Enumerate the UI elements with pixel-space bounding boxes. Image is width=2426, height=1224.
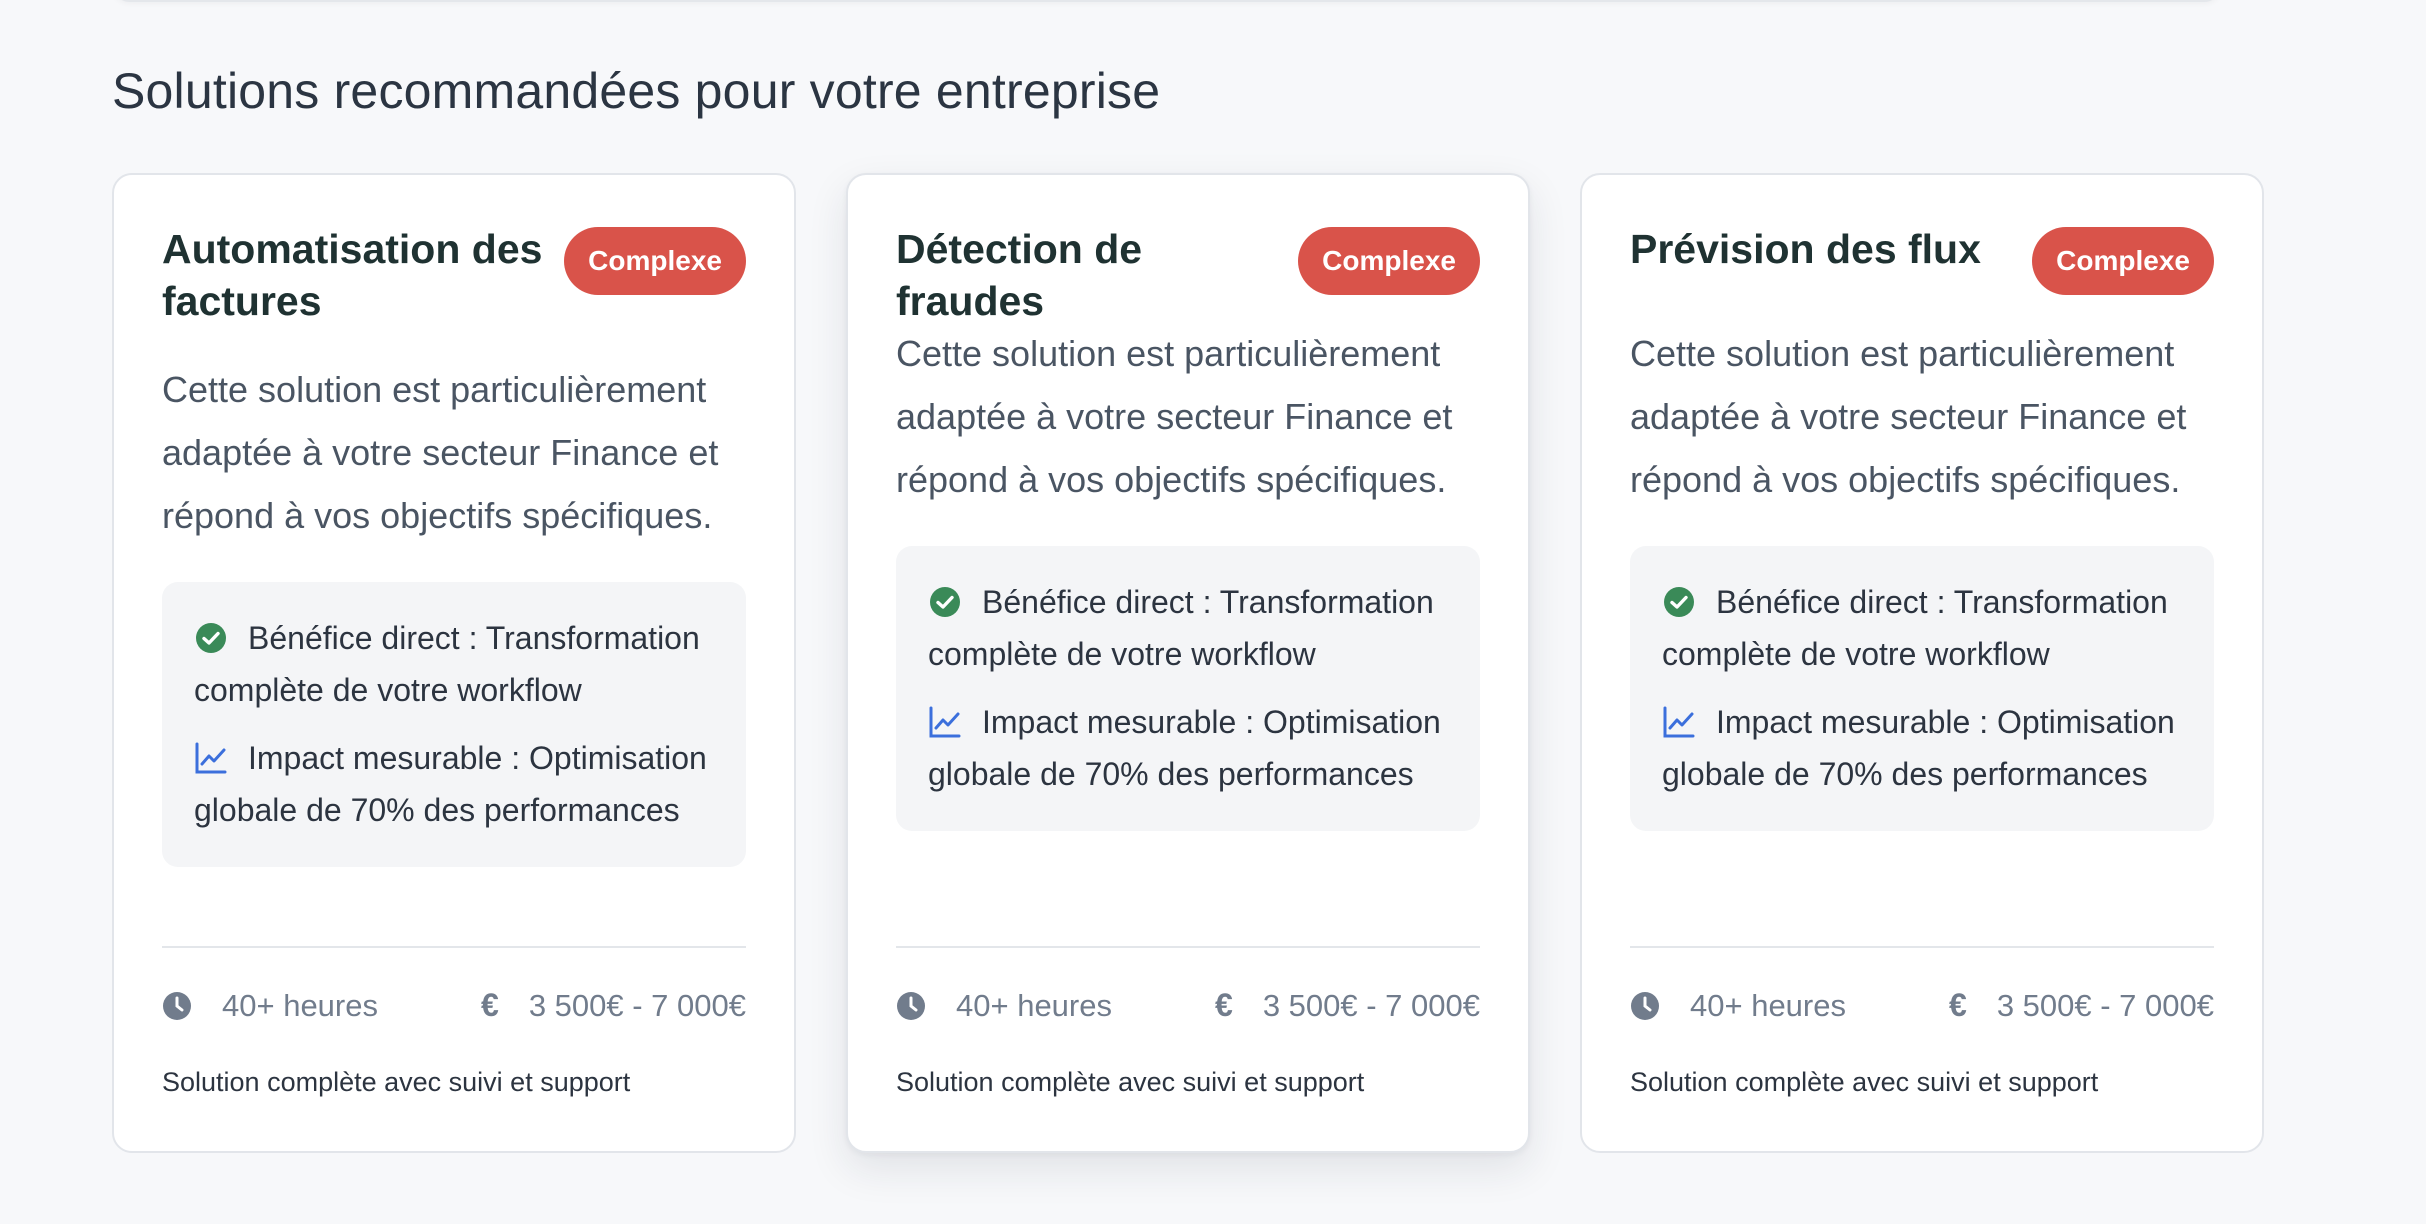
card-divider bbox=[896, 946, 1480, 948]
duration: 40+ heures bbox=[162, 988, 378, 1024]
card-divider bbox=[1630, 946, 2214, 948]
price-text: 3 500€ - 7 000€ bbox=[1996, 987, 2214, 1023]
card-header: Automatisation des factures Complexe bbox=[162, 223, 746, 327]
benefit-direct: Bénéfice direct : Transformation complèt… bbox=[928, 576, 1448, 680]
solution-card-prevision[interactable]: Prévision des flux Complexe Cette soluti… bbox=[1580, 173, 2264, 1153]
card-footnote: Solution complète avec suivi et support bbox=[896, 1067, 1365, 1097]
clock-icon bbox=[897, 991, 925, 1020]
chart-line-icon bbox=[929, 706, 961, 738]
price-text: 3 500€ - 7 000€ bbox=[1262, 987, 1480, 1023]
solution-card-automatisation[interactable]: Automatisation des factures Complexe Cet… bbox=[112, 173, 796, 1153]
check-circle-icon bbox=[930, 587, 960, 617]
benefits-box: Bénéfice direct : Transformation complèt… bbox=[896, 546, 1480, 831]
check-circle-icon bbox=[196, 623, 226, 653]
benefit-impact-text: Impact mesurable : Optimisation globale … bbox=[1662, 704, 2175, 792]
price: € 3 500€ - 7 000€ bbox=[1215, 987, 1480, 1024]
card-header: Détection de fraudes Complexe bbox=[896, 223, 1480, 327]
benefit-impact-text: Impact mesurable : Optimisation globale … bbox=[194, 740, 707, 828]
benefit-direct-text: Bénéfice direct : Transformation complèt… bbox=[928, 584, 1434, 672]
euro-icon: € bbox=[481, 987, 499, 1023]
complexity-badge: Complexe bbox=[2032, 227, 2214, 295]
euro-icon: € bbox=[1215, 987, 1233, 1023]
duration: 40+ heures bbox=[1630, 988, 1846, 1024]
card-meta: 40+ heures € 3 500€ - 7 000€ bbox=[162, 987, 746, 1024]
chart-line-icon bbox=[195, 742, 227, 774]
duration: 40+ heures bbox=[896, 988, 1112, 1024]
complexity-badge: Complexe bbox=[564, 227, 746, 295]
check-circle-icon bbox=[1664, 587, 1694, 617]
price: € 3 500€ - 7 000€ bbox=[1949, 987, 2214, 1024]
benefit-impact: Impact mesurable : Optimisation globale … bbox=[194, 732, 714, 836]
chart-line-icon bbox=[1663, 706, 1695, 738]
card-meta: 40+ heures € 3 500€ - 7 000€ bbox=[896, 987, 1480, 1024]
duration-text: 40+ heures bbox=[222, 987, 378, 1023]
card-title: Détection de fraudes bbox=[896, 226, 1143, 324]
duration-text: 40+ heures bbox=[1690, 987, 1846, 1023]
card-footnote: Solution complète avec suivi et support bbox=[1630, 1067, 2099, 1097]
card-description: Cette solution est particulièrement adap… bbox=[896, 333, 1453, 500]
card-description: Cette solution est particulièrement adap… bbox=[162, 369, 719, 536]
benefits-box: Bénéfice direct : Transformation complèt… bbox=[1630, 546, 2214, 831]
benefit-impact: Impact mesurable : Optimisation globale … bbox=[928, 696, 1448, 800]
section-title: Solutions recommandées pour votre entrep… bbox=[112, 63, 1161, 119]
duration-text: 40+ heures bbox=[956, 987, 1112, 1023]
card-title: Prévision des flux bbox=[1630, 226, 1981, 272]
card-divider bbox=[162, 946, 746, 948]
benefit-direct-text: Bénéfice direct : Transformation complèt… bbox=[194, 620, 700, 708]
clock-icon bbox=[163, 991, 191, 1020]
benefit-impact: Impact mesurable : Optimisation globale … bbox=[1662, 696, 2182, 800]
benefit-direct: Bénéfice direct : Transformation complèt… bbox=[194, 612, 714, 716]
card-description: Cette solution est particulièrement adap… bbox=[1630, 333, 2187, 500]
card-meta: 40+ heures € 3 500€ - 7 000€ bbox=[1630, 987, 2214, 1024]
benefit-direct-text: Bénéfice direct : Transformation complèt… bbox=[1662, 584, 2168, 672]
clock-icon bbox=[1631, 991, 1659, 1020]
benefit-direct: Bénéfice direct : Transformation complèt… bbox=[1662, 576, 2182, 680]
card-footnote: Solution complète avec suivi et support bbox=[162, 1067, 631, 1097]
card-header: Prévision des flux Complexe bbox=[1630, 223, 2214, 295]
benefits-box: Bénéfice direct : Transformation complèt… bbox=[162, 582, 746, 867]
price: € 3 500€ - 7 000€ bbox=[481, 987, 746, 1024]
complexity-badge: Complexe bbox=[1298, 227, 1480, 295]
benefit-impact-text: Impact mesurable : Optimisation globale … bbox=[928, 704, 1441, 792]
price-text: 3 500€ - 7 000€ bbox=[528, 987, 746, 1023]
solution-card-fraudes[interactable]: Détection de fraudes Complexe Cette solu… bbox=[846, 173, 1530, 1153]
previous-panel-edge bbox=[112, 0, 2222, 2]
euro-icon: € bbox=[1949, 987, 1967, 1023]
card-title: Automatisation des factures bbox=[162, 226, 543, 324]
